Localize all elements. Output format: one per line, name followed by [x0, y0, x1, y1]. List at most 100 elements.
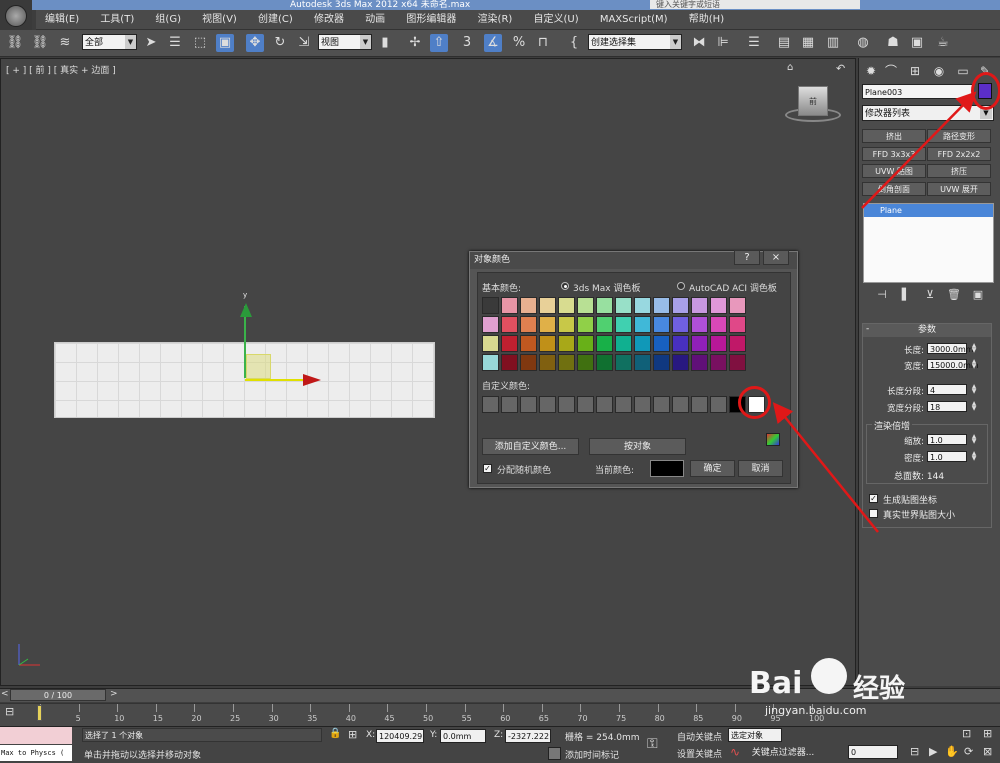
basic-color-swatch[interactable] — [729, 354, 746, 371]
time-tag-icon[interactable] — [548, 747, 561, 760]
custom-color-swatch[interactable] — [596, 396, 613, 413]
edit-named-sets-icon[interactable]: { — [565, 34, 583, 52]
basic-color-swatch[interactable] — [520, 297, 537, 314]
auto-key-button[interactable]: 自动关键点 — [677, 730, 722, 743]
basic-color-swatch[interactable] — [501, 354, 518, 371]
menu-maxscript[interactable]: MAXScript(M) — [591, 10, 677, 30]
move-gizmo-plane-handle[interactable] — [246, 354, 271, 379]
basic-color-swatch[interactable] — [520, 316, 537, 333]
basic-color-swatch[interactable] — [539, 354, 556, 371]
menu-animation[interactable]: 动画 — [356, 10, 394, 30]
custom-color-swatch[interactable] — [634, 396, 651, 413]
menu-rendering[interactable]: 渲染(R) — [469, 10, 522, 30]
y-coord-field[interactable]: 0.0mm — [440, 729, 486, 743]
menu-create[interactable]: 创建(C) — [249, 10, 302, 30]
bind-spacewarp-icon[interactable]: ≋ — [56, 34, 74, 52]
zoom-extents-icon[interactable]: ⊡ — [962, 727, 971, 740]
zoom-all-icon[interactable]: ⊞ — [983, 727, 992, 740]
graphite-ribbon-icon[interactable]: ▤ — [775, 34, 793, 52]
basic-color-swatch[interactable] — [539, 316, 556, 333]
key-filters-button[interactable]: 关键点过滤器... — [749, 745, 817, 760]
basic-color-swatch[interactable] — [634, 297, 651, 314]
menu-graph-editors[interactable]: 图形编辑器 — [397, 10, 465, 30]
menu-views[interactable]: 视图(V) — [193, 10, 246, 30]
angle-snap-icon[interactable]: ∡ — [484, 34, 502, 52]
basic-color-swatch[interactable] — [729, 316, 746, 333]
basic-color-swatch[interactable] — [577, 316, 594, 333]
dialog-help-button[interactable]: ? — [734, 250, 760, 265]
pan-icon[interactable]: ✋ — [945, 745, 959, 758]
pivot-center-icon[interactable]: ▮ — [376, 34, 394, 52]
maxscript-listener-input[interactable] — [0, 727, 72, 744]
basic-color-swatch[interactable] — [596, 297, 613, 314]
basic-color-swatch[interactable] — [482, 297, 499, 314]
basic-color-swatch[interactable] — [596, 354, 613, 371]
frame-ruler[interactable]: 0510152025303540455055606570758085909510… — [37, 704, 824, 726]
absolute-mode-icon[interactable]: ⊞ — [348, 728, 357, 741]
menu-group[interactable]: 组(G) — [146, 10, 190, 30]
time-slider-knob[interactable]: 0 / 100 — [10, 689, 106, 701]
basic-color-swatch[interactable] — [539, 335, 556, 352]
custom-color-swatch[interactable] — [615, 396, 632, 413]
basic-color-swatch[interactable] — [558, 354, 575, 371]
render-setup-icon[interactable]: ☗ — [884, 34, 902, 52]
rendered-frame-icon[interactable]: ▣ — [908, 34, 926, 52]
gizmo-y-arrow-icon[interactable] — [240, 303, 252, 317]
basic-color-swatch[interactable] — [596, 316, 613, 333]
select-by-name-icon[interactable]: ☰ — [166, 34, 184, 52]
custom-color-swatch[interactable] — [482, 396, 499, 413]
assign-random-checkbox[interactable]: ✓ — [483, 464, 492, 473]
material-editor-icon[interactable]: ◍ — [854, 34, 872, 52]
basic-color-swatch[interactable] — [729, 335, 746, 352]
basic-color-swatch[interactable] — [539, 297, 556, 314]
basic-color-swatch[interactable] — [710, 297, 727, 314]
basic-color-swatch[interactable] — [691, 297, 708, 314]
current-color-swatch[interactable] — [650, 460, 684, 477]
align-icon[interactable]: ⊫ — [714, 34, 732, 52]
basic-color-swatch[interactable] — [501, 297, 518, 314]
mini-curve-editor-icon[interactable]: ⊟ — [5, 705, 14, 718]
orbit-icon[interactable]: ⟳ — [964, 745, 973, 758]
add-custom-color-button[interactable]: 添加自定义颜色... — [482, 438, 579, 455]
search-input[interactable]: 键入关键字或短语 — [650, 0, 860, 9]
basic-color-swatch[interactable] — [482, 354, 499, 371]
custom-color-swatch[interactable] — [672, 396, 689, 413]
custom-color-swatch[interactable] — [520, 396, 537, 413]
layer-manager-icon[interactable]: ☰ — [745, 34, 763, 52]
custom-color-swatch[interactable] — [501, 396, 518, 413]
basic-color-swatch[interactable] — [653, 335, 670, 352]
menu-modifiers[interactable]: 修改器 — [305, 10, 353, 30]
curve-editor-icon[interactable]: ▦ — [799, 34, 817, 52]
z-coord-field[interactable]: -2327.222 — [505, 729, 551, 743]
basic-color-swatch[interactable] — [729, 297, 746, 314]
basic-color-swatch[interactable] — [615, 297, 632, 314]
render-production-icon[interactable]: ☕ — [934, 34, 952, 52]
custom-color-swatch[interactable] — [539, 396, 556, 413]
menu-edit[interactable]: 编辑(E) — [36, 10, 88, 30]
custom-color-swatch[interactable] — [653, 396, 670, 413]
basic-color-swatch[interactable] — [615, 335, 632, 352]
palette-autocad-radio[interactable] — [677, 282, 685, 290]
rect-selection-icon[interactable]: ⬚ — [191, 34, 209, 52]
basic-color-swatch[interactable] — [501, 335, 518, 352]
schematic-view-icon[interactable]: ▥ — [824, 34, 842, 52]
select-manipulate-icon[interactable]: ✢ — [406, 34, 424, 52]
basic-color-swatch[interactable] — [558, 335, 575, 352]
gizmo-x-arrow-icon[interactable] — [303, 374, 321, 386]
basic-color-swatch[interactable] — [577, 297, 594, 314]
field-of-view-icon[interactable]: ▶ — [929, 745, 937, 758]
keyboard-shortcut-icon[interactable]: ⇧ — [430, 34, 448, 52]
viewport-label[interactable]: [ + ] [ 前 ] [ 真实 + 边面 ] — [6, 63, 116, 76]
basic-color-swatch[interactable] — [691, 354, 708, 371]
menu-tools[interactable]: 工具(T) — [91, 10, 143, 30]
basic-color-swatch[interactable] — [653, 316, 670, 333]
custom-color-swatch[interactable] — [558, 396, 575, 413]
ok-button[interactable]: 确定 — [690, 460, 735, 477]
lock-icon[interactable]: 🔒 — [329, 728, 341, 739]
coord-system-select[interactable]: 视图 ▼ — [318, 34, 372, 50]
basic-color-swatch[interactable] — [577, 335, 594, 352]
current-frame-field[interactable]: 0 — [848, 745, 898, 759]
basic-color-swatch[interactable] — [615, 316, 632, 333]
x-coord-field[interactable]: 120409.29 — [376, 729, 424, 743]
select-scale-icon[interactable]: ⇲ — [295, 34, 313, 52]
